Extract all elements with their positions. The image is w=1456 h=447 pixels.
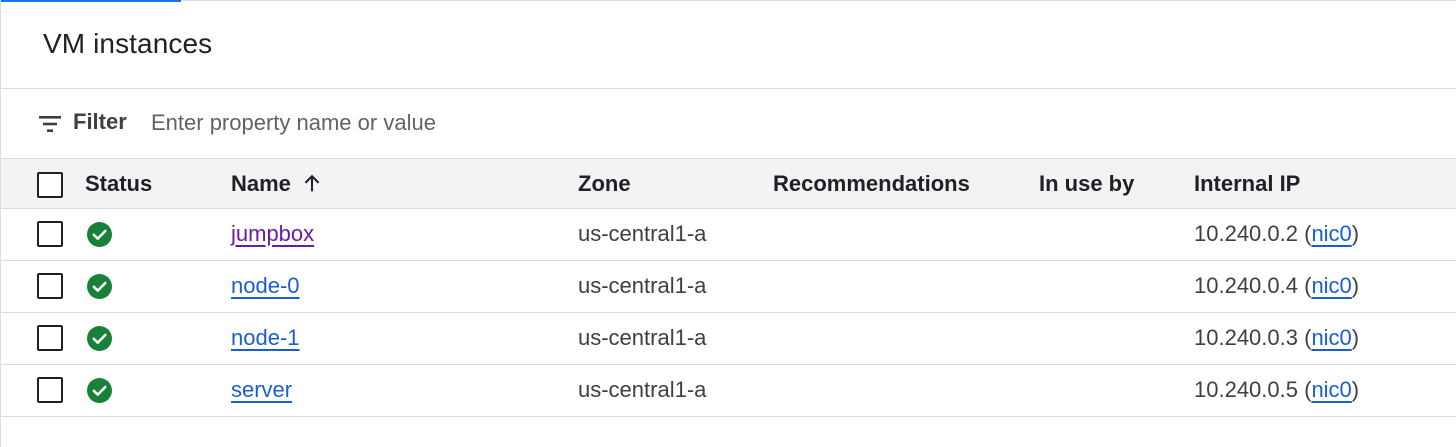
table-header: Status Name Zone Recommendations In use …	[1, 158, 1456, 209]
table-row[interactable]: server us-central1-a 10.240.0.5 (nic0)	[1, 365, 1456, 417]
internal-ip-cell: 10.240.0.4 (nic0)	[1194, 273, 1360, 298]
internal-ip-cell: 10.240.0.3 (nic0)	[1194, 325, 1360, 350]
table-row[interactable]: node-0 us-central1-a 10.240.0.4 (nic0)	[1, 261, 1456, 313]
column-header-internal-ip[interactable]: Internal IP	[1194, 171, 1300, 197]
column-header-status[interactable]: Status	[85, 171, 152, 197]
filter-bar: Filter	[1, 89, 1456, 159]
instance-name-link[interactable]: node-0	[231, 273, 300, 299]
zone-cell: us-central1-a	[578, 273, 707, 298]
instance-name-link[interactable]: node-1	[231, 325, 300, 351]
table-row[interactable]: jumpbox us-central1-a 10.240.0.2 (nic0)	[1, 209, 1456, 261]
zone-cell: us-central1-a	[578, 325, 707, 350]
column-header-name[interactable]: Name	[231, 171, 323, 197]
filter-label[interactable]: Filter	[73, 109, 127, 135]
internal-ip-value: 10.240.0.5	[1194, 377, 1298, 402]
zone-cell: us-central1-a	[578, 377, 707, 402]
arrow-upward-icon[interactable]	[301, 172, 323, 194]
row-checkbox[interactable]	[37, 273, 63, 299]
instance-name-link[interactable]: jumpbox	[231, 221, 314, 247]
nic-link[interactable]: nic0	[1311, 377, 1351, 402]
row-checkbox[interactable]	[37, 377, 63, 403]
select-all-checkbox[interactable]	[37, 172, 63, 198]
internal-ip-value: 10.240.0.4	[1194, 273, 1298, 298]
tab-accent-bar	[1, 0, 181, 2]
check-circle-icon	[87, 326, 112, 351]
internal-ip-value: 10.240.0.3	[1194, 325, 1298, 350]
nic-link[interactable]: nic0	[1311, 273, 1351, 298]
row-checkbox[interactable]	[37, 325, 63, 351]
page-title: VM instances	[43, 28, 213, 59]
check-circle-icon	[87, 378, 112, 403]
column-header-name-label: Name	[231, 171, 291, 196]
internal-ip-cell: 10.240.0.5 (nic0)	[1194, 377, 1360, 402]
column-header-recommendations[interactable]: Recommendations	[773, 171, 970, 197]
vm-instances-panel: VM instances Filter Status Name Zone Rec…	[0, 0, 1456, 447]
nic-link[interactable]: nic0	[1311, 221, 1351, 246]
column-header-zone[interactable]: Zone	[578, 171, 631, 197]
check-circle-icon	[87, 222, 112, 247]
column-header-in-use-by[interactable]: In use by	[1039, 171, 1134, 197]
check-circle-icon	[87, 274, 112, 299]
nic-link[interactable]: nic0	[1311, 325, 1351, 350]
internal-ip-value: 10.240.0.2	[1194, 221, 1298, 246]
table-row[interactable]: node-1 us-central1-a 10.240.0.3 (nic0)	[1, 313, 1456, 365]
top-divider	[181, 0, 1456, 1]
internal-ip-cell: 10.240.0.2 (nic0)	[1194, 221, 1360, 246]
row-checkbox[interactable]	[37, 221, 63, 247]
filter-input[interactable]	[151, 105, 751, 141]
zone-cell: us-central1-a	[578, 221, 707, 246]
instances-table: Status Name Zone Recommendations In use …	[1, 158, 1456, 417]
instance-name-link[interactable]: server	[231, 377, 292, 403]
filter-list-icon[interactable]	[38, 114, 62, 134]
